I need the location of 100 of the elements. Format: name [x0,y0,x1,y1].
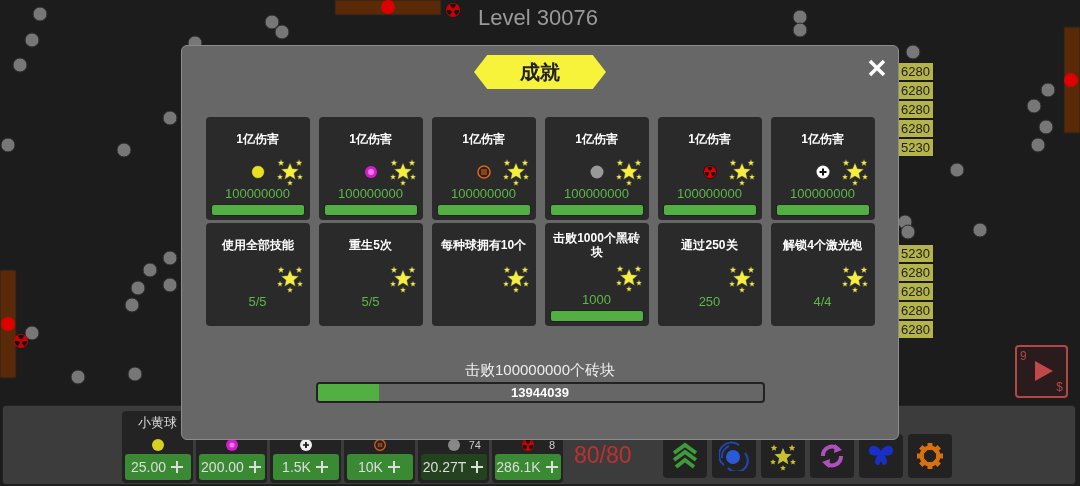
buy-button[interactable]: 1.5K [272,454,339,480]
radiation-icon [446,3,460,17]
brick: 6280 [898,62,934,81]
ball [792,9,808,25]
brick: 6280 [898,320,934,339]
achievement-value: 100000000 [337,186,404,203]
close-button[interactable] [866,57,888,79]
brick: 6280 [898,100,934,119]
stars-icon [614,263,643,293]
achievement-value: 100000000 [450,186,517,203]
stars-icon [275,157,304,187]
stars-icon [840,157,869,187]
stars-icon [614,157,643,187]
brick: 5230 [898,138,934,157]
achievement-value: 250 [698,294,721,310]
play-icon [1034,360,1054,382]
ball [0,137,16,153]
ball [972,222,988,238]
buy-button[interactable]: 10K [346,454,413,480]
ball [792,22,808,38]
ball [130,280,146,296]
achievement-value: 100000000 [789,186,856,203]
ball [264,14,280,30]
ball-count: 74 [468,440,481,451]
achievement-value: 1000 [582,292,611,309]
achievement-value: 4/4 [813,294,832,310]
ball [70,369,86,385]
plus-icon [247,460,262,474]
achievement-value: 100000000 [676,186,743,203]
speed-button[interactable]: 9 $ [1015,345,1068,398]
ball [116,142,132,158]
gear-icon [914,441,945,471]
plus-ball-icon [814,164,831,181]
achievement-title: 通过250关 [681,238,738,252]
ball-icon [225,439,238,451]
plus-icon [170,460,184,474]
achievement-title: 1亿伤害 [236,131,279,146]
ball [12,57,28,73]
radiation-ball-icon [521,439,534,451]
ball [24,32,40,48]
plus-icon [470,460,485,474]
ball-count: 8 [548,440,555,451]
skill-button[interactable] [907,434,952,478]
achievement-value: 100000000 [224,186,291,203]
ball [1030,137,1046,153]
ball-icon [249,164,266,181]
buy-button[interactable]: 20.27T [420,454,487,480]
stars-icon [501,264,530,293]
ball-icon [588,164,605,181]
achievement-title: 每种球拥有10个 [440,238,527,252]
buy-button[interactable]: 286.1K [494,454,561,480]
achievement-title: 1亿伤害 [462,131,505,146]
brick: 6280 [898,119,934,138]
achievement-value: 100000000 [563,186,630,203]
brick: 5230 [898,244,934,263]
ball [1038,119,1054,135]
plus-icon [386,460,401,474]
brick: 6280 [898,301,934,320]
level-label: Level 30076 [478,5,598,31]
achievement-title: 1亿伤害 [688,131,731,146]
achievement-title: 使用全部技能 [221,238,294,252]
stars-icon [727,157,756,187]
ball-total: 80/80 [574,442,632,469]
ball [127,366,143,382]
ball [162,250,178,266]
achievement-title: 解锁4个激光炮 [783,238,862,252]
achievement-title: 重生5次 [349,238,392,252]
plus-icon [314,460,329,474]
ball [274,24,290,40]
ball [24,325,40,341]
brick: 6280 [898,81,934,100]
stars-icon [840,264,869,293]
achievement-title: 1亿伤害 [801,131,844,146]
radiation-icon [14,334,28,348]
achievement-title: 1亿伤害 [349,131,392,146]
ball-icon [151,439,164,451]
ball-icon [362,164,379,181]
ball-name: 小黄球 [138,414,177,431]
ball-icon [475,164,492,181]
achievement-value: 5/5 [248,294,267,310]
goal-reading: 13944039 [511,385,569,400]
buy-button[interactable]: 200.00 [198,454,265,480]
ball [905,44,921,60]
achievement-title: 1亿伤害 [575,131,618,146]
brick: 6280 [898,282,934,301]
speed-count: 9 [1020,349,1027,363]
plus-icon [544,460,559,474]
goal-label: 击败100000000个砖块 [464,361,616,379]
ball [162,110,178,126]
stars-icon [727,264,756,293]
ball [1040,82,1056,98]
buy-button[interactable]: 25.00 [124,454,191,480]
currency-sign: $ [1056,380,1063,394]
stars-icon [388,157,417,187]
ball [142,262,158,278]
ball [162,277,178,293]
achievement-title: 击败1000个黑砖块 [552,230,641,259]
achievement-value: 5/5 [361,294,380,310]
ball [1026,98,1042,114]
stars-icon [388,264,417,293]
